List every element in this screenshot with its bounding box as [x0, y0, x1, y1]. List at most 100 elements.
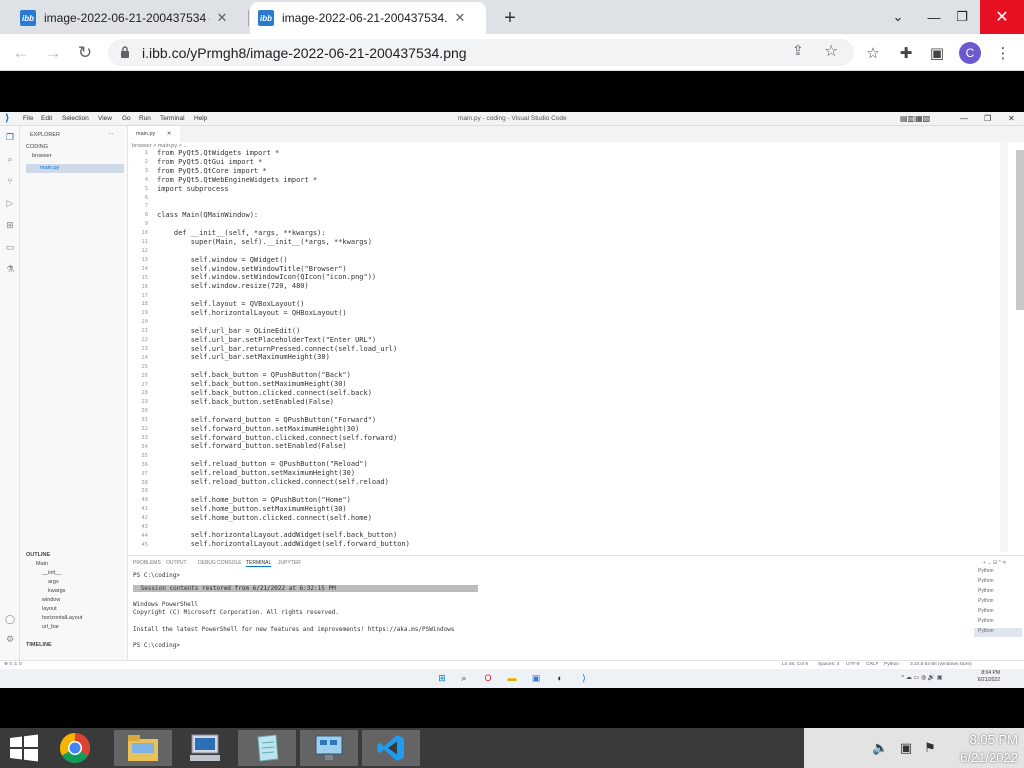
- search-icon[interactable]: ⌕: [5, 154, 15, 164]
- code-line[interactable]: self.reload_button = QPushButton("Reload…: [157, 460, 997, 469]
- code-line[interactable]: self.back_button.clicked.connect(self.ba…: [157, 389, 997, 398]
- code-line[interactable]: self.forward_button.setMaximumHeight(30): [157, 425, 997, 434]
- address-bar[interactable]: i.ibb.co/yPrmgh8/image-2022-06-21-200437…: [108, 39, 854, 66]
- menu-run[interactable]: Run: [139, 115, 151, 122]
- status-cursor-position[interactable]: Ln 48, Col 9: [782, 662, 808, 667]
- new-tab-button[interactable]: +: [498, 6, 522, 30]
- editor-scrollbar[interactable]: [1016, 150, 1024, 310]
- code-line[interactable]: self.url_bar.setPlaceholderText("Enter U…: [157, 336, 997, 345]
- bookmark-star-icon[interactable]: ☆: [824, 41, 838, 61]
- star-icon[interactable]: ☆: [862, 42, 884, 64]
- panel-tab-terminal[interactable]: TERMINAL: [246, 560, 272, 567]
- folder-browser[interactable]: browser: [32, 153, 52, 159]
- lock-icon[interactable]: [120, 45, 130, 59]
- code-line[interactable]: self.window = QWidget(): [157, 256, 997, 265]
- remote-indicator-icon[interactable]: ⊗ 0 ⚠ 0: [4, 662, 22, 667]
- file-explorer-taskbar-button[interactable]: [114, 730, 172, 766]
- code-line[interactable]: self.home_button.clicked.connect(self.ho…: [157, 514, 997, 523]
- back-arrow-icon[interactable]: ←: [8, 40, 34, 66]
- close-icon[interactable]: ✕: [1008, 114, 1015, 123]
- clock-time[interactable]: 8:05 PM: [934, 732, 1018, 747]
- code-line[interactable]: self.reload_button.clicked.connect(self.…: [157, 478, 997, 487]
- volume-muted-icon[interactable]: 🔈: [872, 740, 888, 756]
- close-tab-icon[interactable]: ✕: [452, 10, 468, 26]
- code-line[interactable]: from PyQt5.QtWidgets import *: [157, 149, 997, 158]
- code-line[interactable]: [157, 318, 997, 327]
- code-line[interactable]: self.back_button.setEnabled(False): [157, 398, 997, 407]
- minimap[interactable]: [1000, 142, 1008, 552]
- terminal-instance[interactable]: Python: [974, 578, 1022, 587]
- code-line[interactable]: def __init__(self, *args, **kwargs):: [157, 229, 997, 238]
- code-line[interactable]: [157, 362, 997, 371]
- code-line[interactable]: import subprocess: [157, 185, 997, 194]
- menu-terminal[interactable]: Terminal: [160, 115, 185, 122]
- code-line[interactable]: self.window.setWindowIcon(QIcon("icon.pn…: [157, 273, 997, 282]
- outline-item[interactable]: horizontalLayout: [42, 615, 82, 621]
- menu-file[interactable]: File: [23, 115, 33, 122]
- menu-help[interactable]: Help: [194, 115, 207, 122]
- outline-item[interactable]: kwargs: [48, 588, 65, 594]
- code-line[interactable]: [157, 193, 997, 202]
- outline-item[interactable]: Main: [36, 561, 48, 567]
- terminal-instance[interactable]: Python: [974, 608, 1022, 617]
- layout-toggle-icon[interactable]: ▤▥▦▧: [900, 114, 930, 123]
- menu-edit[interactable]: Edit: [41, 115, 52, 122]
- menu-go[interactable]: Go: [122, 115, 131, 122]
- outline-heading[interactable]: OUTLINE: [26, 552, 50, 558]
- code-line[interactable]: from PyQt5.QtWebEngineWidgets import *: [157, 176, 997, 185]
- timeline-heading[interactable]: TIMELINE: [26, 642, 52, 648]
- code-line[interactable]: [157, 202, 997, 211]
- testing-flask-icon[interactable]: ⚗: [5, 264, 15, 274]
- close-window-button[interactable]: ✕: [980, 0, 1024, 34]
- code-line[interactable]: self.reload_button.setMaximumHeight(30): [157, 469, 997, 478]
- notepad-taskbar-button[interactable]: [238, 730, 296, 766]
- browser-tab-2-active[interactable]: ibb image-2022-06-21-200437534.p ✕: [250, 2, 486, 34]
- panel-tab-problems[interactable]: PROBLEMS: [133, 560, 161, 566]
- chevron-down-icon[interactable]: ⌄: [880, 0, 916, 34]
- restore-button[interactable]: ❐: [944, 0, 980, 34]
- reload-icon[interactable]: ↻: [72, 40, 98, 66]
- panel-actions-icon[interactable]: + ⌄ ⊟ ^ ✕: [983, 560, 1006, 566]
- terminal-instance[interactable]: Python: [974, 618, 1022, 627]
- code-line[interactable]: self.window.setWindowTitle("Browser"): [157, 265, 997, 274]
- explorer-files-icon[interactable]: ❐: [5, 132, 15, 142]
- code-line[interactable]: self.forward_button = QPushButton("Forwa…: [157, 416, 997, 425]
- forward-arrow-icon[interactable]: →: [40, 40, 66, 66]
- settings-gear-icon[interactable]: ⚙: [5, 634, 15, 644]
- menu-selection[interactable]: Selection: [62, 115, 89, 122]
- network-icon[interactable]: ▣: [898, 740, 914, 756]
- code-line[interactable]: [157, 291, 997, 300]
- restore-icon[interactable]: ❐: [984, 114, 991, 123]
- remote-desktop-taskbar-button[interactable]: [176, 730, 234, 766]
- folder-coding[interactable]: CODING: [26, 144, 48, 150]
- code-line[interactable]: self.forward_button.clicked.connect(self…: [157, 434, 997, 443]
- kebab-menu-icon[interactable]: ⋮: [992, 42, 1014, 64]
- code-line[interactable]: from PyQt5.QtCore import *: [157, 167, 997, 176]
- code-line[interactable]: self.window.resize(720, 480): [157, 282, 997, 291]
- code-line[interactable]: [157, 220, 997, 229]
- code-line[interactable]: self.layout = QVBoxLayout(): [157, 300, 997, 309]
- browser-tab-1[interactable]: ibb image-2022-06-21-200437534 — ✕: [12, 2, 248, 34]
- code-line[interactable]: [157, 407, 997, 416]
- code-line[interactable]: self.horizontalLayout.addWidget(self.bac…: [157, 531, 997, 540]
- share-icon[interactable]: ⇪: [792, 42, 804, 59]
- close-editor-tab-icon[interactable]: ✕: [167, 131, 172, 137]
- extensions-puzzle-icon[interactable]: ✚: [895, 42, 917, 64]
- code-line[interactable]: self.home_button.setMaximumHeight(30): [157, 505, 997, 514]
- outline-item[interactable]: layout: [42, 606, 57, 612]
- code-line[interactable]: self.url_bar = QLineEdit(): [157, 327, 997, 336]
- side-panel-icon[interactable]: ▣: [926, 42, 948, 64]
- outline-item[interactable]: __init__: [42, 570, 61, 576]
- status-indentation[interactable]: Spaces: 4: [818, 662, 839, 667]
- remote-explorer-icon[interactable]: ▭: [5, 242, 15, 252]
- status-eol[interactable]: CRLF: [866, 662, 879, 667]
- editor-tab-main-py[interactable]: main.py ✕: [128, 126, 180, 142]
- code-line[interactable]: self.url_bar.setMaximumHeight(30): [157, 353, 997, 362]
- code-line[interactable]: self.back_button.setMaximumHeight(30): [157, 380, 997, 389]
- code-line[interactable]: self.horizontalLayout.addWidget(self.for…: [157, 540, 997, 549]
- extensions-icon[interactable]: ⊞: [5, 220, 15, 230]
- vscode-taskbar-button[interactable]: [362, 730, 420, 766]
- code-editor[interactable]: from PyQt5.QtWidgets import * from PyQt5.…: [157, 149, 997, 554]
- profile-avatar[interactable]: C: [959, 42, 981, 64]
- terminal-instance[interactable]: Python: [974, 568, 1022, 577]
